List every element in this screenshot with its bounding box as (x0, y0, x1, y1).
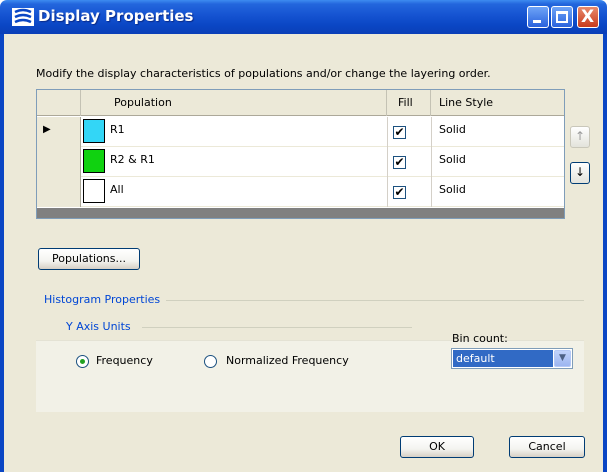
column-divider (431, 177, 432, 207)
divider (142, 327, 412, 328)
table-row[interactable]: All ✔ Solid (37, 177, 564, 207)
row-header[interactable] (37, 177, 81, 207)
column-divider (387, 117, 388, 147)
fill-checkbox[interactable]: ✔ (393, 186, 406, 199)
arrow-up-icon: ↑ (574, 129, 586, 143)
column-divider (387, 147, 388, 177)
y-axis-units-heading: Y Axis Units (66, 320, 131, 333)
normalized-frequency-label[interactable]: Normalized Frequency (226, 354, 349, 367)
bin-count-label: Bin count: (452, 332, 508, 345)
line-style-value[interactable]: Solid (439, 153, 466, 166)
color-swatch[interactable] (83, 119, 105, 143)
column-divider (431, 147, 432, 177)
fill-checkbox[interactable]: ✔ (393, 156, 406, 169)
current-row-icon: ▶ (43, 124, 51, 135)
header-fill[interactable]: Fill (387, 90, 431, 116)
populations-button[interactable]: Populations... (38, 248, 140, 270)
row-header[interactable] (37, 147, 81, 177)
move-down-button[interactable]: ↓ (570, 162, 590, 184)
frequency-radio[interactable] (76, 355, 89, 368)
arrow-down-icon: ↓ (574, 165, 586, 179)
population-name: R2 & R1 (110, 153, 155, 166)
divider (166, 300, 584, 301)
cancel-button[interactable]: Cancel (509, 436, 585, 458)
header-rowhead (37, 90, 81, 116)
row-header[interactable]: ▶ (37, 117, 81, 147)
close-icon: X (581, 7, 595, 27)
normalized-frequency-radio[interactable] (204, 355, 217, 368)
table-row[interactable]: ▶ R1 ✔ Solid (37, 117, 564, 147)
header-population[interactable]: Population (81, 90, 387, 116)
frequency-label[interactable]: Frequency (96, 354, 153, 367)
maximize-button[interactable] (551, 6, 573, 28)
display-properties-window: Display Properties X Modify the display … (0, 0, 607, 472)
window-title: Display Properties (38, 7, 194, 25)
minimize-icon (533, 20, 541, 23)
close-button[interactable]: X (577, 6, 599, 28)
ok-button[interactable]: OK (400, 436, 474, 458)
grid-body: Population Fill Line Style ▶ R1 ✔ Solid (37, 90, 564, 208)
minimize-button[interactable] (527, 6, 549, 28)
chevron-down-icon[interactable]: ▼ (554, 350, 571, 367)
description-text: Modify the display characteristics of po… (36, 67, 491, 80)
line-style-value[interactable]: Solid (439, 183, 466, 196)
histogram-properties-heading: Histogram Properties (44, 293, 161, 306)
column-divider (387, 177, 388, 207)
line-style-value[interactable]: Solid (439, 123, 466, 136)
color-swatch[interactable] (83, 179, 105, 203)
population-grid[interactable]: Population Fill Line Style ▶ R1 ✔ Solid (36, 89, 565, 219)
header-line-style[interactable]: Line Style (431, 90, 564, 116)
column-divider (431, 117, 432, 147)
fill-checkbox[interactable]: ✔ (393, 126, 406, 139)
maximize-icon (556, 11, 568, 23)
color-swatch[interactable] (83, 149, 105, 173)
title-bar[interactable]: Display Properties X (0, 0, 607, 34)
bin-count-value: default (453, 350, 553, 367)
move-up-button[interactable]: ↑ (570, 126, 590, 148)
bin-count-select[interactable]: default ▼ (451, 348, 573, 369)
table-row[interactable]: R2 & R1 ✔ Solid (37, 147, 564, 177)
app-icon (12, 8, 34, 26)
population-name: R1 (110, 123, 125, 136)
population-name: All (110, 183, 124, 196)
grid-header: Population Fill Line Style (37, 90, 564, 116)
